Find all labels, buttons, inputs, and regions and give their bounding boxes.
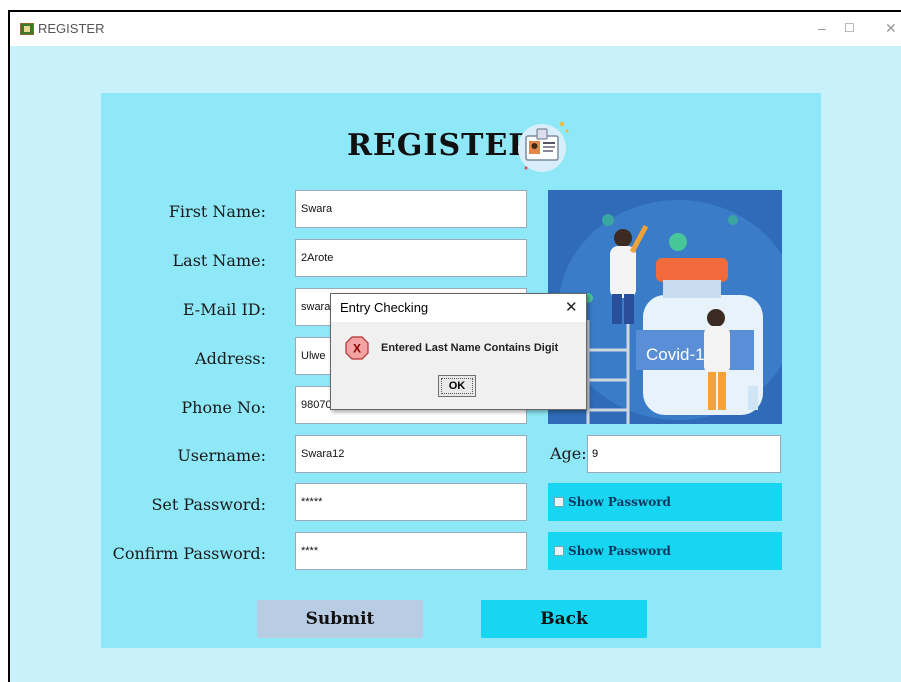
dialog-message: Entered Last Name Contains Digit — [381, 342, 559, 354]
minimize-button[interactable]: – — [818, 20, 826, 36]
confirm-password-field[interactable]: **** — [295, 532, 527, 570]
dialog-close-button[interactable]: ✕ — [565, 298, 578, 316]
set-password-label: Set Password: — [151, 495, 266, 514]
confirm-password-label: Confirm Password: — [112, 544, 266, 563]
address-label: Address: — [195, 349, 266, 368]
error-icon: X — [345, 336, 369, 360]
email-label: E-Mail ID: — [182, 300, 266, 319]
age-field[interactable]: 9 — [587, 435, 781, 473]
maximize-button[interactable]: ☐ — [844, 21, 855, 35]
show-password-checkbox-2[interactable] — [554, 546, 564, 556]
show-password-label-1: Show Password — [568, 495, 671, 509]
last-name-field[interactable]: 2Arote — [295, 239, 527, 277]
dialog-ok-button[interactable]: OK — [438, 375, 476, 397]
error-icon-glyph: X — [353, 342, 361, 356]
first-name-field[interactable]: Swara — [295, 190, 527, 228]
dialog-title: Entry Checking — [340, 300, 429, 315]
first-name-label: First Name: — [168, 202, 266, 221]
set-password-field[interactable]: ***** — [295, 483, 527, 521]
back-button[interactable]: Back — [481, 600, 647, 638]
app-icon — [20, 23, 34, 35]
window-title: REGISTER — [38, 21, 105, 36]
entry-checking-dialog: Entry Checking ✕ X Entered Last Name Con… — [330, 293, 587, 410]
show-password-label-2: Show Password — [568, 544, 671, 558]
id-card-icon — [518, 122, 569, 172]
last-name-label: Last Name: — [172, 251, 266, 270]
title-bar: REGISTER – ☐ ✕ — [10, 12, 901, 46]
username-field[interactable]: Swara12 — [295, 435, 527, 473]
username-label: Username: — [177, 446, 266, 465]
age-label: Age: — [550, 444, 587, 463]
phone-label: Phone No: — [181, 398, 266, 417]
page-title: REGISTER — [347, 128, 535, 163]
show-password-toggle-2[interactable]: Show Password — [548, 532, 782, 570]
close-button[interactable]: ✕ — [885, 20, 897, 37]
show-password-checkbox-1[interactable] — [554, 497, 564, 507]
submit-button[interactable]: Submit — [257, 600, 423, 638]
illustration-text: Covid-19 — [646, 345, 714, 364]
show-password-toggle-1[interactable]: Show Password — [548, 483, 782, 521]
dialog-title-bar: Entry Checking ✕ — [331, 294, 586, 322]
